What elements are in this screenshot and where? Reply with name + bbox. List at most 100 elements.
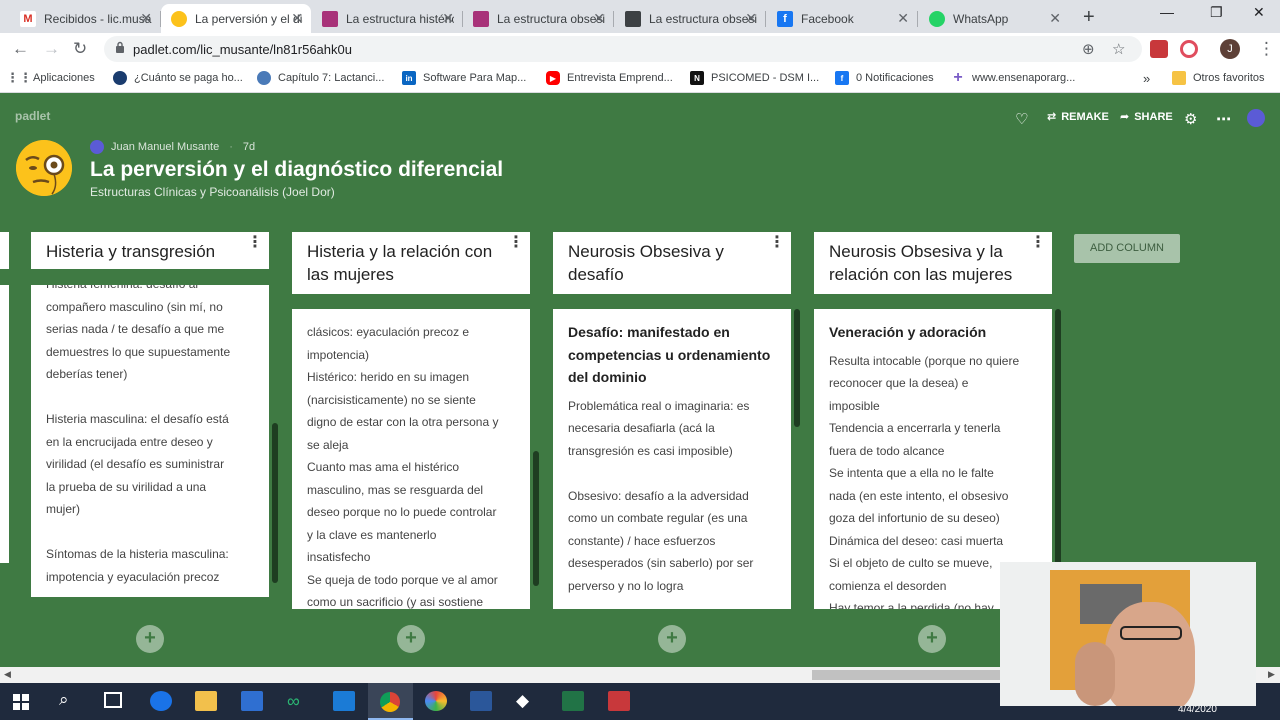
mail-icon[interactable] [333, 691, 355, 711]
user-avatar[interactable] [1247, 109, 1265, 127]
store-icon[interactable] [241, 691, 263, 711]
close-icon[interactable]: ✕ [593, 10, 605, 27]
bookmark-other-favorites[interactable]: Otros favoritos [1172, 71, 1265, 85]
tab-obsesiva-doc[interactable]: La estructura obsesiva ✕ [615, 4, 766, 33]
add-circle-icon[interactable]: ⊕ [1082, 40, 1095, 58]
dropbox-icon[interactable]: ◆ [516, 691, 538, 711]
close-icon[interactable]: ✕ [897, 10, 909, 27]
address-bar[interactable]: padlet.com/lic_musante/ln81r56ahk0u ⊕ ☆ [104, 36, 1142, 62]
bookmark-apps[interactable]: ⋮⋮ Aplicaciones [6, 70, 95, 85]
folder-icon [1172, 71, 1186, 85]
scroll-right-arrow-icon[interactable]: ▶ [1268, 669, 1275, 680]
author-name[interactable]: Juan Manuel Musante [111, 141, 219, 153]
add-post-button[interactable]: + [918, 625, 946, 653]
infinity-app-icon[interactable]: ∞ [287, 691, 309, 711]
tab-gmail[interactable]: M Recibidos - lic.musante ✕ [10, 4, 161, 33]
picasa-icon[interactable] [425, 691, 447, 711]
whatsapp-icon [929, 10, 945, 27]
new-tab-button[interactable]: + [1083, 6, 1095, 29]
tab-padlet-perversion[interactable]: La perversión y el diagnóstico ✕ [161, 4, 311, 33]
add-post-button[interactable]: + [397, 625, 425, 653]
chrome-taskbar-active[interactable] [368, 683, 413, 720]
forward-arrow-icon[interactable]: → [43, 39, 60, 59]
search-icon[interactable]: ⌕ [59, 690, 69, 710]
url-text: padlet.com/lic_musante/ln81r56ahk0u [133, 42, 352, 57]
column-menu-icon[interactable]: ⋮ [247, 235, 263, 251]
column-title: Neurosis Obsesiva y la relación con las … [829, 242, 1013, 284]
close-icon[interactable]: ✕ [1049, 10, 1061, 27]
file-explorer-icon[interactable] [195, 691, 217, 711]
site-icon: N [690, 71, 704, 85]
bookmark-item[interactable]: in Software Para Map... [402, 71, 526, 85]
column-header[interactable]: Neurosis Obsesiva y desafío ⋮ [553, 232, 791, 294]
post-card[interactable]: clásicos: eyaculación precoz e impotenci… [292, 309, 530, 609]
restore-button[interactable]: ❐ [1210, 4, 1223, 21]
column-header[interactable]: Histeria y la relación con las mujeres ⋮ [292, 232, 530, 294]
back-arrow-icon[interactable]: ← [12, 39, 29, 59]
pdf-extension-icon[interactable] [1150, 40, 1168, 58]
remake-button[interactable]: ⇄ REMAKE [1047, 110, 1109, 124]
tab-facebook[interactable]: f Facebook ✕ [767, 4, 918, 33]
menu-kebab-icon[interactable]: ⋮ [1258, 39, 1275, 59]
extension-icon[interactable] [1180, 40, 1198, 58]
padlet-logo[interactable]: padlet [15, 109, 50, 123]
linkedin-icon: in [402, 71, 416, 85]
column-scrollbar[interactable] [794, 309, 800, 427]
author-line: Juan Manuel Musante · 7d [90, 140, 255, 154]
close-icon[interactable]: ✕ [140, 10, 152, 27]
windows-start-icon[interactable] [13, 694, 29, 710]
bookmark-label: PSICOMED - DSM I... [711, 72, 820, 84]
edge-icon[interactable] [150, 691, 172, 711]
gmail-icon: M [20, 10, 36, 27]
post-card[interactable]: Desafío: manifestado en competencias u o… [553, 309, 791, 609]
column-scrollbar[interactable] [272, 423, 278, 583]
add-column-button[interactable]: ADD COLUMN [1074, 234, 1180, 263]
tab-padlet-obsesiva[interactable]: La estructura obsesiva ✕ [463, 4, 614, 33]
more-options-icon[interactable]: ⋯ [1216, 110, 1231, 128]
acrobat-icon[interactable] [608, 691, 630, 711]
close-icon[interactable]: ✕ [291, 10, 303, 27]
column-menu-icon[interactable]: ⋮ [769, 235, 785, 251]
star-icon[interactable]: ☆ [1112, 40, 1125, 58]
bookmark-item[interactable]: ▶ Entrevista Emprend... [546, 71, 673, 85]
column-scrollbar[interactable] [1055, 309, 1061, 569]
column-header[interactable]: Neurosis Obsesiva y la relación con las … [814, 232, 1052, 294]
bookmark-item[interactable]: N PSICOMED - DSM I... [690, 71, 819, 85]
reload-icon[interactable]: ↻ [73, 39, 87, 59]
facebook-icon: f [835, 71, 849, 85]
bookmarks-overflow-icon[interactable]: » [1143, 71, 1150, 86]
tab-padlet-histerica[interactable]: La estructura histérica ✕ [312, 4, 463, 33]
share-button[interactable]: ➦ SHARE [1120, 110, 1173, 124]
scrollbar-thumb[interactable] [812, 670, 1002, 680]
word-icon[interactable] [470, 691, 492, 711]
add-post-button[interactable]: + [658, 625, 686, 653]
bookmark-label: Software Para Map... [423, 72, 527, 84]
column-header[interactable]: Histeria y transgresión ⋮ [31, 232, 269, 269]
scroll-left-arrow-icon[interactable]: ◀ [4, 669, 11, 680]
monocle-face-icon [16, 140, 72, 196]
bookmark-item[interactable]: + www.ensenaporarg... [951, 69, 1075, 86]
share-icon: ➦ [1120, 111, 1130, 123]
minimize-button[interactable]: — [1160, 4, 1174, 20]
post-card[interactable]: Histeria femenina: desafío al compañero … [31, 285, 269, 597]
task-view-icon[interactable] [104, 692, 122, 708]
close-window-button[interactable]: ✕ [1253, 4, 1265, 21]
heart-icon[interactable]: ♡ [1015, 110, 1028, 128]
excel-icon[interactable] [562, 691, 584, 711]
profile-avatar[interactable]: J [1220, 39, 1240, 59]
post-body: Problemática real o imaginaria: es neces… [568, 398, 754, 593]
add-post-button[interactable]: + [136, 625, 164, 653]
column-scrollbar[interactable] [533, 451, 539, 586]
tab-title: Recibidos - lic.musante [44, 11, 152, 26]
bookmark-item[interactable]: ¿Cuánto se paga ho... [113, 71, 243, 85]
close-icon[interactable]: ✕ [442, 10, 454, 27]
tab-whatsapp[interactable]: WhatsApp ✕ [919, 4, 1069, 33]
bookmark-item[interactable]: Capítulo 7: Lactanci... [257, 71, 384, 85]
padlet-icon [322, 10, 338, 27]
column-menu-icon[interactable]: ⋮ [508, 235, 524, 251]
gear-icon[interactable]: ⚙ [1184, 110, 1197, 128]
close-icon[interactable]: ✕ [745, 10, 757, 27]
tab-divider [613, 11, 614, 27]
column-menu-icon[interactable]: ⋮ [1030, 235, 1046, 251]
bookmark-item[interactable]: f 0 Notificaciones [835, 71, 934, 85]
